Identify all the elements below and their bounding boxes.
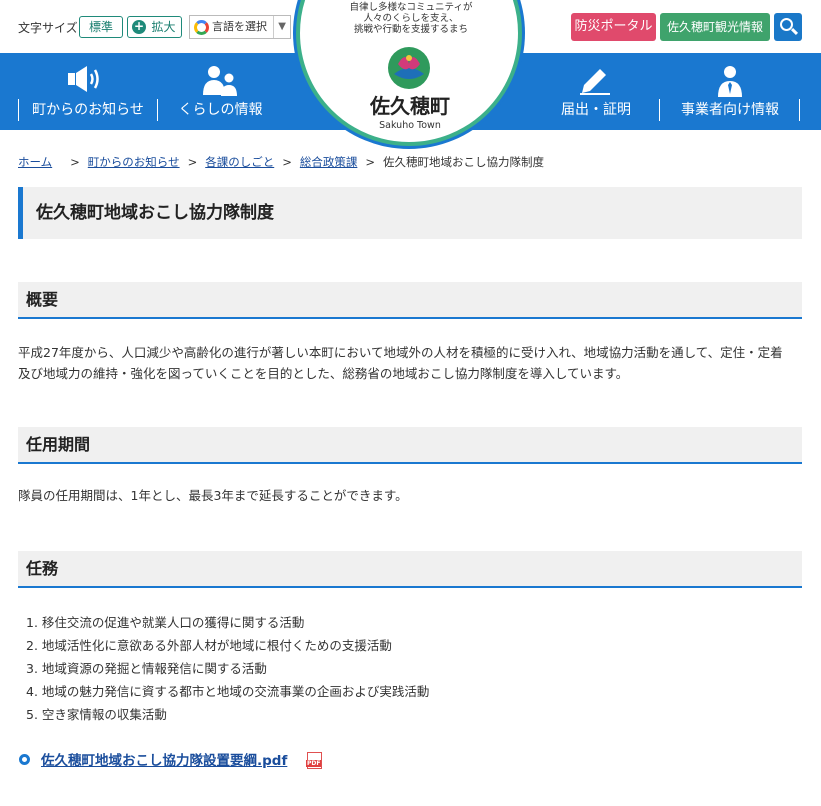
overview-text: 平成27年度から、人口減少や高齢化の進行が著しい本町において地域外の人材を積極的… — [18, 342, 804, 384]
breadcrumb-link-policy[interactable]: 総合政策課 — [300, 155, 358, 169]
font-large-label: 拡大 — [151, 20, 176, 34]
overview-line: 平成27年度から、人口減少や高齢化の進行が著しい本町において地域外の人材を積極的… — [18, 345, 783, 360]
pen-icon — [580, 69, 610, 95]
breadcrumb-link-home[interactable]: ホーム — [18, 155, 52, 169]
language-select[interactable]: 言語を選択 ▼ — [189, 15, 291, 39]
list-item: 2. 地域活性化に意欲ある外部人材が地域に根付くための支援活動 — [26, 638, 392, 653]
list-item: 1. 移住交流の促進や就業人口の獲得に関する活動 — [26, 615, 305, 630]
duties-list: 1. 移住交流の促進や就業人口の獲得に関する活動 2. 地域活性化に意欲ある外部… — [26, 611, 429, 726]
term-text: 隊員の任用期間は、1年とし、最長3年まで延長することができます。 — [18, 488, 408, 503]
breadcrumb-separator: > — [365, 155, 375, 169]
breadcrumb-separator: > — [282, 155, 292, 169]
bullet-icon — [19, 754, 30, 765]
town-name-english: Sakuho Town — [379, 120, 441, 131]
nav-label: 町からのお知らせ — [32, 102, 144, 118]
nav-label: くらしの情報 — [178, 102, 263, 118]
page-title: 佐久穂町地域おこし協力隊制度 — [18, 187, 802, 239]
font-large-button[interactable]: + 拡大 — [127, 16, 182, 38]
list-item: 4. 地域の魅力発信に資する都市と地域の交流事業の企画および実践活動 — [26, 684, 430, 699]
nav-divider — [799, 99, 800, 121]
nav-label: 事業者向け情報 — [681, 102, 779, 118]
breadcrumb-separator: > — [70, 155, 80, 169]
breadcrumb-current: 佐久穂町地域おこし協力隊制度 — [383, 155, 544, 169]
nav-label: 届出・証明 — [561, 102, 631, 118]
people-icon — [203, 66, 237, 96]
logo-tagline-line: 人々のくらしを支え、 — [363, 13, 459, 24]
chevron-down-icon: ▼ — [273, 16, 286, 38]
section-heading-duties: 任務 — [18, 551, 802, 588]
nav-item-business[interactable]: 事業者向け情報 — [660, 53, 800, 130]
businessperson-icon — [718, 66, 742, 97]
logo-tagline-line: 自律し多様なコミュニティが — [349, 2, 473, 13]
pdf-icon-text: PDF — [306, 760, 322, 767]
overview-line: 及び地域力の維持・強化を図っていくことを目的とした、総務省の地域おこし協力隊制度… — [18, 366, 629, 381]
font-size-label: 文字サイズ — [18, 21, 78, 35]
search-button[interactable] — [774, 13, 802, 41]
pdf-icon: PDF — [306, 752, 322, 769]
list-item: 5. 空き家情報の収集活動 — [26, 707, 167, 722]
list-item: 3. 地域資源の発掘と情報発信に関する活動 — [26, 661, 267, 676]
google-icon — [194, 20, 209, 35]
font-standard-button[interactable]: 標準 — [79, 16, 123, 38]
breadcrumb-link-departments[interactable]: 各課のしごと — [205, 155, 274, 169]
section-heading-term: 任用期間 — [18, 427, 802, 464]
disaster-portal-button[interactable]: 防災ポータル — [571, 13, 656, 41]
town-emblem-icon — [388, 47, 430, 89]
search-icon — [780, 18, 793, 31]
nav-item-living[interactable]: くらしの情報 — [158, 53, 283, 130]
pdf-download-link[interactable]: 佐久穂町地域おこし協力隊設置要綱.pdf — [41, 749, 287, 769]
town-name: 佐久穂町 — [370, 94, 450, 118]
nav-item-forms[interactable]: 届出・証明 — [540, 53, 660, 130]
logo-tagline: 自律し多様なコミュニティが 人々のくらしを支え、 挑戦や行動を支援するまち — [330, 2, 492, 35]
megaphone-icon — [68, 66, 99, 92]
language-select-label: 言語を選択 — [212, 20, 267, 33]
section-heading-overview: 概要 — [18, 282, 802, 319]
plus-icon: + — [132, 19, 146, 34]
logo-tagline-line: 挑戦や行動を支援するまち — [353, 24, 468, 35]
breadcrumb-link-notices[interactable]: 町からのお知らせ — [88, 155, 180, 169]
tourism-info-button[interactable]: 佐久穂町観光情報 — [660, 13, 770, 41]
breadcrumb-separator: > — [187, 155, 198, 169]
breadcrumb: ホーム > 町からのお知らせ > 各課のしごと > 総合政策課 > 佐久穂町地域おこし協力隊制度 — [18, 154, 544, 170]
nav-item-notices[interactable]: 町からのお知らせ — [18, 53, 158, 130]
